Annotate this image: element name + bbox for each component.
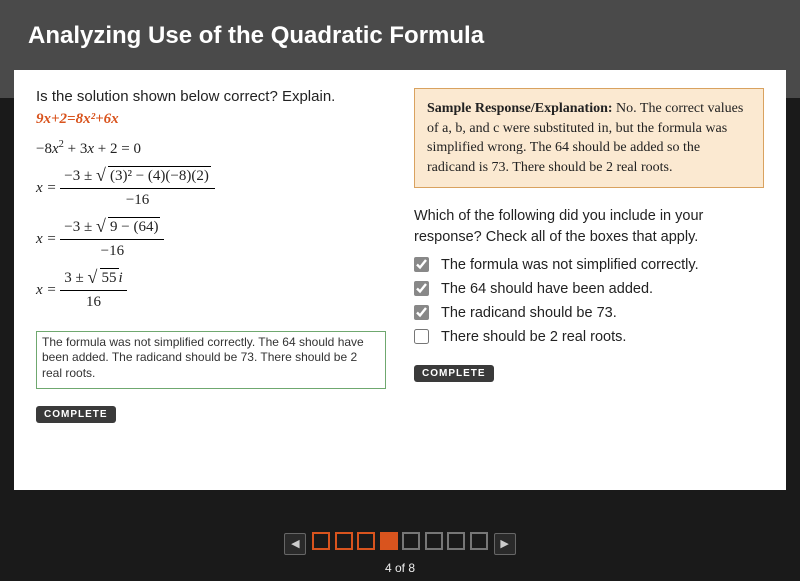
checklist-label: The 64 should have been added. xyxy=(441,281,653,297)
checklist-item[interactable]: The 64 should have been added. xyxy=(414,281,764,297)
checklist-checkbox[interactable] xyxy=(414,257,429,272)
complete-button-right[interactable]: COMPLETE xyxy=(414,365,494,382)
next-page-button[interactable]: ▶ xyxy=(494,533,516,555)
checklist: The formula was not simplified correctly… xyxy=(414,257,764,345)
page-indicator-group xyxy=(312,532,487,555)
checklist-checkbox[interactable] xyxy=(414,329,429,344)
page-title: Analyzing Use of the Quadratic Formula xyxy=(28,22,772,50)
page-indicator[interactable] xyxy=(357,532,375,550)
math-step-3: x = −3 ± 9 − (64) −16 xyxy=(36,217,386,262)
footer-nav: ◀ ▶ 4 of 8 xyxy=(0,522,800,581)
right-column: Sample Response/Explanation: No. The cor… xyxy=(414,88,764,476)
page-indicator[interactable] xyxy=(447,532,465,550)
complete-button-left[interactable]: COMPLETE xyxy=(36,406,116,423)
page-indicator[interactable] xyxy=(312,532,330,550)
pager: ◀ ▶ xyxy=(284,532,515,555)
question-prompt: Is the solution shown below correct? Exp… xyxy=(36,88,386,105)
page-indicator[interactable] xyxy=(335,532,353,550)
checklist-label: The formula was not simplified correctly… xyxy=(441,257,699,273)
sample-response-heading: Sample Response/Explanation: xyxy=(427,101,613,116)
checklist-checkbox[interactable] xyxy=(414,281,429,296)
page-indicator[interactable] xyxy=(402,532,420,550)
page-counter-label: 4 of 8 xyxy=(0,561,800,575)
checklist-item[interactable]: The formula was not simplified correctly… xyxy=(414,257,764,273)
sample-response-box: Sample Response/Explanation: No. The cor… xyxy=(414,88,764,188)
worked-solution: −8x2 + 3x + 2 = 0 x = −3 ± (3)² − (4)(−8… xyxy=(36,138,386,313)
content-panel: Is the solution shown below correct? Exp… xyxy=(14,70,786,490)
checklist-item[interactable]: There should be 2 real roots. xyxy=(414,329,764,345)
math-step-2: x = −3 ± (3)² − (4)(−8)(2) −16 xyxy=(36,166,386,211)
left-column: Is the solution shown below correct? Exp… xyxy=(36,88,386,476)
checklist-label: There should be 2 real roots. xyxy=(441,329,626,345)
checklist-prompt: Which of the following did you include i… xyxy=(414,206,764,247)
page-indicator[interactable] xyxy=(470,532,488,550)
math-step-1: −8x2 + 3x + 2 = 0 xyxy=(36,138,386,160)
checklist-label: The radicand should be 73. xyxy=(441,305,617,321)
checklist-checkbox[interactable] xyxy=(414,305,429,320)
page-indicator[interactable] xyxy=(425,532,443,550)
checklist-item[interactable]: The radicand should be 73. xyxy=(414,305,764,321)
student-response-textarea[interactable] xyxy=(36,331,386,389)
prev-page-button[interactable]: ◀ xyxy=(284,533,306,555)
page-indicator[interactable] xyxy=(380,532,398,550)
original-equation: 9x+2=8x²+6x xyxy=(36,111,386,128)
math-step-4: x = 3 ± 55i 16 xyxy=(36,268,386,313)
